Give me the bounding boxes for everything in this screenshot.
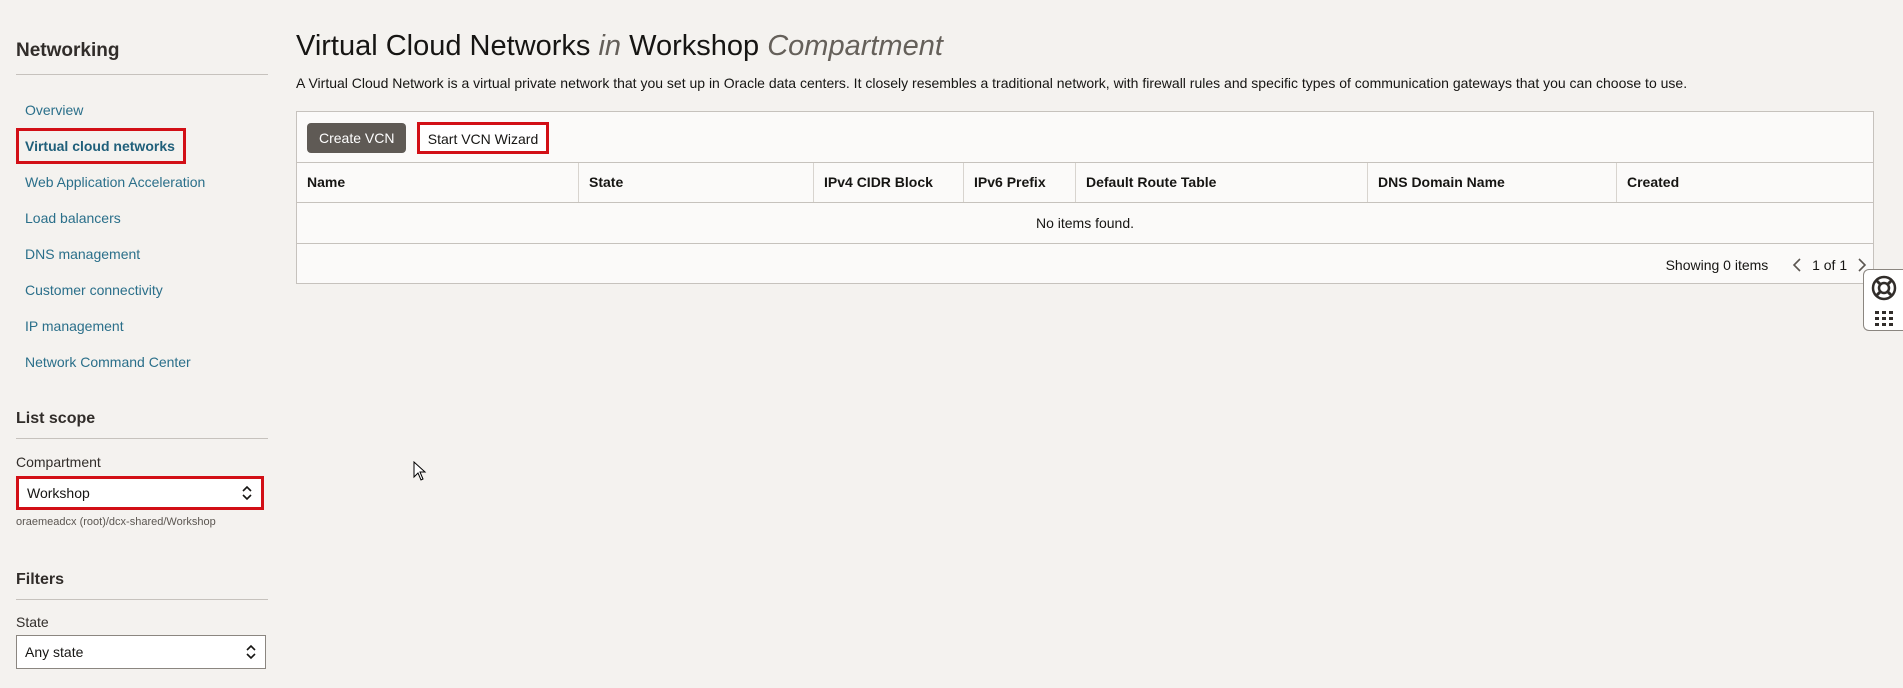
sidebar-item-web-application-acceleration[interactable]: Web Application Acceleration <box>16 164 268 200</box>
compartment-label: Compartment <box>16 454 101 470</box>
sidebar-item-network-command-center[interactable]: Network Command Center <box>16 344 268 380</box>
help-widget[interactable] <box>1863 269 1903 331</box>
chevron-left-icon[interactable] <box>1792 257 1802 273</box>
sidebar-nav: Overview Virtual cloud networks Web Appl… <box>16 92 268 380</box>
column-header-state[interactable]: State <box>579 163 814 202</box>
compartment-path: oraemeadcx (root)/dcx-shared/Workshop <box>16 516 216 528</box>
page-indicator: 1 of 1 <box>1812 256 1848 273</box>
compartment-select[interactable]: Workshop <box>16 476 264 510</box>
column-header-name[interactable]: Name <box>297 163 579 202</box>
column-header-ipv6-prefix[interactable]: IPv6 Prefix <box>964 163 1076 202</box>
column-header-ipv4-cidr[interactable]: IPv4 CIDR Block <box>814 163 964 202</box>
vcn-table-panel: Create VCN Start VCN Wizard Name State I… <box>296 111 1874 284</box>
state-filter-value: Any state <box>25 644 84 660</box>
page-title-in: in <box>598 30 622 62</box>
column-header-default-route-table[interactable]: Default Route Table <box>1076 163 1368 202</box>
sidebar-item-load-balancers[interactable]: Load balancers <box>16 200 268 236</box>
list-scope-heading: List scope <box>16 410 268 439</box>
sidebar-item-customer-connectivity[interactable]: Customer connectivity <box>16 272 268 308</box>
page-title-compartment: Workshop <box>629 30 760 62</box>
table-empty-message: No items found. <box>297 203 1873 244</box>
grid-icon[interactable] <box>1874 310 1894 326</box>
chevron-updown-icon <box>246 644 256 660</box>
filters-heading: Filters <box>16 571 268 600</box>
lifebuoy-icon[interactable] <box>1870 274 1898 302</box>
state-filter-label: State <box>16 614 49 630</box>
sidebar-item-virtual-cloud-networks[interactable]: Virtual cloud networks <box>16 128 186 164</box>
page-description: A Virtual Cloud Network is a virtual pri… <box>296 75 1688 91</box>
sidebar-item-overview[interactable]: Overview <box>16 92 268 128</box>
page-title-main: Virtual Cloud Networks <box>296 30 591 62</box>
create-vcn-button[interactable]: Create VCN <box>307 123 407 153</box>
sidebar-heading: Networking <box>16 40 268 75</box>
page-title-suffix: Compartment <box>767 30 943 62</box>
mouse-pointer-icon <box>413 461 427 481</box>
table-header: Name State IPv4 CIDR Block IPv6 Prefix D… <box>297 162 1873 203</box>
state-filter-select[interactable]: Any state <box>16 635 266 669</box>
page-title: Virtual Cloud Networks in Workshop Compa… <box>296 30 943 63</box>
items-count: Showing 0 items <box>1665 256 1769 273</box>
column-header-dns-domain-name[interactable]: DNS Domain Name <box>1368 163 1617 202</box>
sidebar-item-ip-management[interactable]: IP management <box>16 308 268 344</box>
column-header-created[interactable]: Created <box>1617 163 1873 202</box>
compartment-select-value: Workshop <box>27 485 90 501</box>
start-vcn-wizard-button[interactable]: Start VCN Wizard <box>417 122 549 154</box>
table-footer: Showing 0 items 1 of 1 <box>1666 244 1873 285</box>
sidebar-item-dns-management[interactable]: DNS management <box>16 236 268 272</box>
chevron-updown-icon <box>242 485 252 501</box>
